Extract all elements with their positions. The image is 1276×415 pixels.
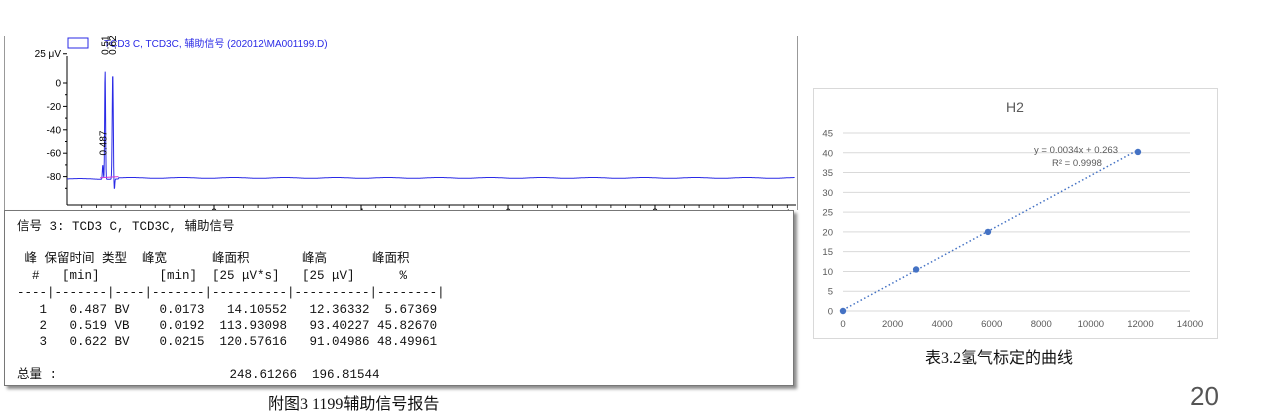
y-tick-label: 20 xyxy=(822,227,833,238)
x-tick-label: 6000 xyxy=(981,319,1002,330)
y-tick-label: 0 xyxy=(55,79,61,90)
y-tick-label: 30 xyxy=(822,188,833,199)
report-row: 1 0.487 BV 0.0173 14.10552 12.36332 5.67… xyxy=(17,303,438,317)
x-tick-label: 4000 xyxy=(932,319,953,330)
report-row: 2 0.519 VB 0.0192 113.93098 93.40227 45.… xyxy=(17,319,438,333)
report-signal-line: 信号 3: TCD3 C, TCD3C, 辅助信号 xyxy=(17,220,235,234)
y-tick-label: 0 xyxy=(828,307,833,318)
chromatogram-trace xyxy=(67,71,795,189)
y-unit-label: 25 μV xyxy=(35,49,62,60)
caption-left: 附图3 1199辅助信号报告 xyxy=(268,396,440,413)
data-point xyxy=(1134,148,1142,156)
trendline-equation: y = 0.0034x + 0.263 xyxy=(1034,145,1118,156)
calibration-plot: 0 5 10 15 20 25 30 35 40 45 0 2000 4000 6000 8000 10000… xyxy=(822,129,1203,331)
y-tick-label: 40 xyxy=(822,148,833,159)
report-separator: ----|-------|----|-------|----------|---… xyxy=(17,286,445,300)
x-tick-label: 12000 xyxy=(1127,319,1153,330)
data-point xyxy=(912,266,920,273)
y-tick-label: 5 xyxy=(828,287,833,298)
data-point xyxy=(984,228,992,236)
y-tick-label: -20 xyxy=(47,102,62,113)
integration-report: 信号 3: TCD3 C, TCD3C, 辅助信号 峰 保留时间 类型 峰宽 峰… xyxy=(4,210,794,386)
x-tick-label: 0 xyxy=(840,319,845,330)
caption-right: 表3.2氢气标定的曲线 xyxy=(925,350,1074,367)
x-tick-label: 14000 xyxy=(1177,319,1203,330)
page-number: 20 xyxy=(1190,381,1219,411)
peak-label: 0.622 xyxy=(108,36,119,55)
y-tick-label: 15 xyxy=(822,247,833,258)
x-tick-label: 10000 xyxy=(1078,319,1104,330)
report-total: 总量 : 248.61266 196.81544 xyxy=(17,368,380,382)
y-tick-label: 35 xyxy=(822,168,833,179)
y-tick-label: -40 xyxy=(47,125,62,136)
chromatogram-chart: TCD3 C, TCD3C, 辅助信号 (202012\MA001199.D) … xyxy=(35,36,796,210)
y-tick-label: 45 xyxy=(822,129,833,140)
x-tick-label: 2000 xyxy=(882,319,903,330)
peak-label: 0.487 xyxy=(98,130,109,155)
legend-swatch xyxy=(67,37,89,49)
report-row: 3 0.622 BV 0.0215 120.57616 91.04986 48.… xyxy=(17,335,438,349)
report-header-1: 峰 保留时间 类型 峰宽 峰面积 峰高 峰面积 xyxy=(17,252,410,266)
y-tick-label: -60 xyxy=(47,149,62,160)
y-tick-label: -80 xyxy=(47,172,62,183)
calibration-chart: H2 0 5 10 15 20 25 30 35 40 45 0 2000 4000 6000 8000 10… xyxy=(822,99,1203,331)
report-header-2: # [min] [min] [25 μV*s] [25 μV] % xyxy=(17,269,408,283)
integration-baseline xyxy=(100,176,119,179)
chromatogram-plot: 25 μV0-20-40-60-802468min0.4870.5190.622 xyxy=(35,36,796,210)
chromatogram-legend: TCD3 C, TCD3C, 辅助信号 (202012\MA001199.D) xyxy=(104,37,328,50)
y-tick-label: 10 xyxy=(822,267,833,278)
trendline-r2: R² = 0.9998 xyxy=(1052,158,1102,169)
calibration-title: H2 xyxy=(1006,99,1024,115)
data-point xyxy=(839,307,847,315)
y-tick-label: 25 xyxy=(822,208,833,219)
x-tick-label: 8000 xyxy=(1031,319,1052,330)
